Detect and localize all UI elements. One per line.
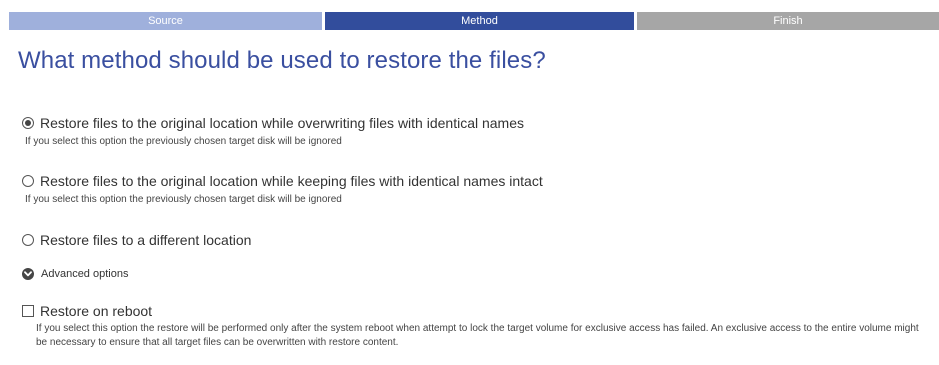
advanced-options-toggle[interactable]: Advanced options	[22, 266, 128, 282]
step-source[interactable]: Source	[9, 12, 322, 30]
option-overwrite-row[interactable]: Restore files to the original location w…	[22, 114, 524, 132]
restore-on-reboot-checkbox[interactable]	[22, 305, 34, 317]
option-keep-intact-label[interactable]: Restore files to the original location w…	[40, 173, 543, 189]
option-overwrite-label[interactable]: Restore files to the original location w…	[40, 115, 524, 131]
page-title: What method should be used to restore th…	[18, 47, 546, 74]
step-method: Method	[325, 12, 634, 30]
option-different-location-row[interactable]: Restore files to a different location	[22, 231, 251, 249]
option-different-location-label[interactable]: Restore files to a different location	[40, 232, 251, 248]
wizard-steps: Source Method Finish	[9, 12, 939, 30]
radio-overwrite[interactable]	[22, 117, 34, 129]
step-finish: Finish	[637, 12, 939, 30]
restore-wizard-page: Source Method Finish What method should …	[0, 0, 939, 365]
option-keep-intact-row[interactable]: Restore files to the original location w…	[22, 172, 543, 190]
chevron-down-circle-icon[interactable]	[22, 268, 34, 280]
option-overwrite[interactable]: Restore files to the original location w…	[22, 114, 524, 147]
restore-on-reboot-row[interactable]: Restore on reboot	[22, 302, 152, 320]
restore-on-reboot-description: If you select this option the restore wi…	[36, 323, 919, 348]
option-overwrite-description: If you select this option the previously…	[25, 136, 342, 147]
radio-keep-intact[interactable]	[22, 175, 34, 187]
restore-on-reboot-label[interactable]: Restore on reboot	[40, 303, 152, 319]
option-different-location[interactable]: Restore files to a different location	[22, 231, 251, 249]
radio-different-location[interactable]	[22, 234, 34, 246]
chevron-down-icon	[24, 271, 32, 277]
advanced-options-label[interactable]: Advanced options	[41, 268, 128, 280]
option-keep-intact-description: If you select this option the previously…	[25, 194, 342, 205]
option-keep-intact[interactable]: Restore files to the original location w…	[22, 172, 543, 205]
restore-on-reboot[interactable]: Restore on reboot	[22, 302, 152, 320]
